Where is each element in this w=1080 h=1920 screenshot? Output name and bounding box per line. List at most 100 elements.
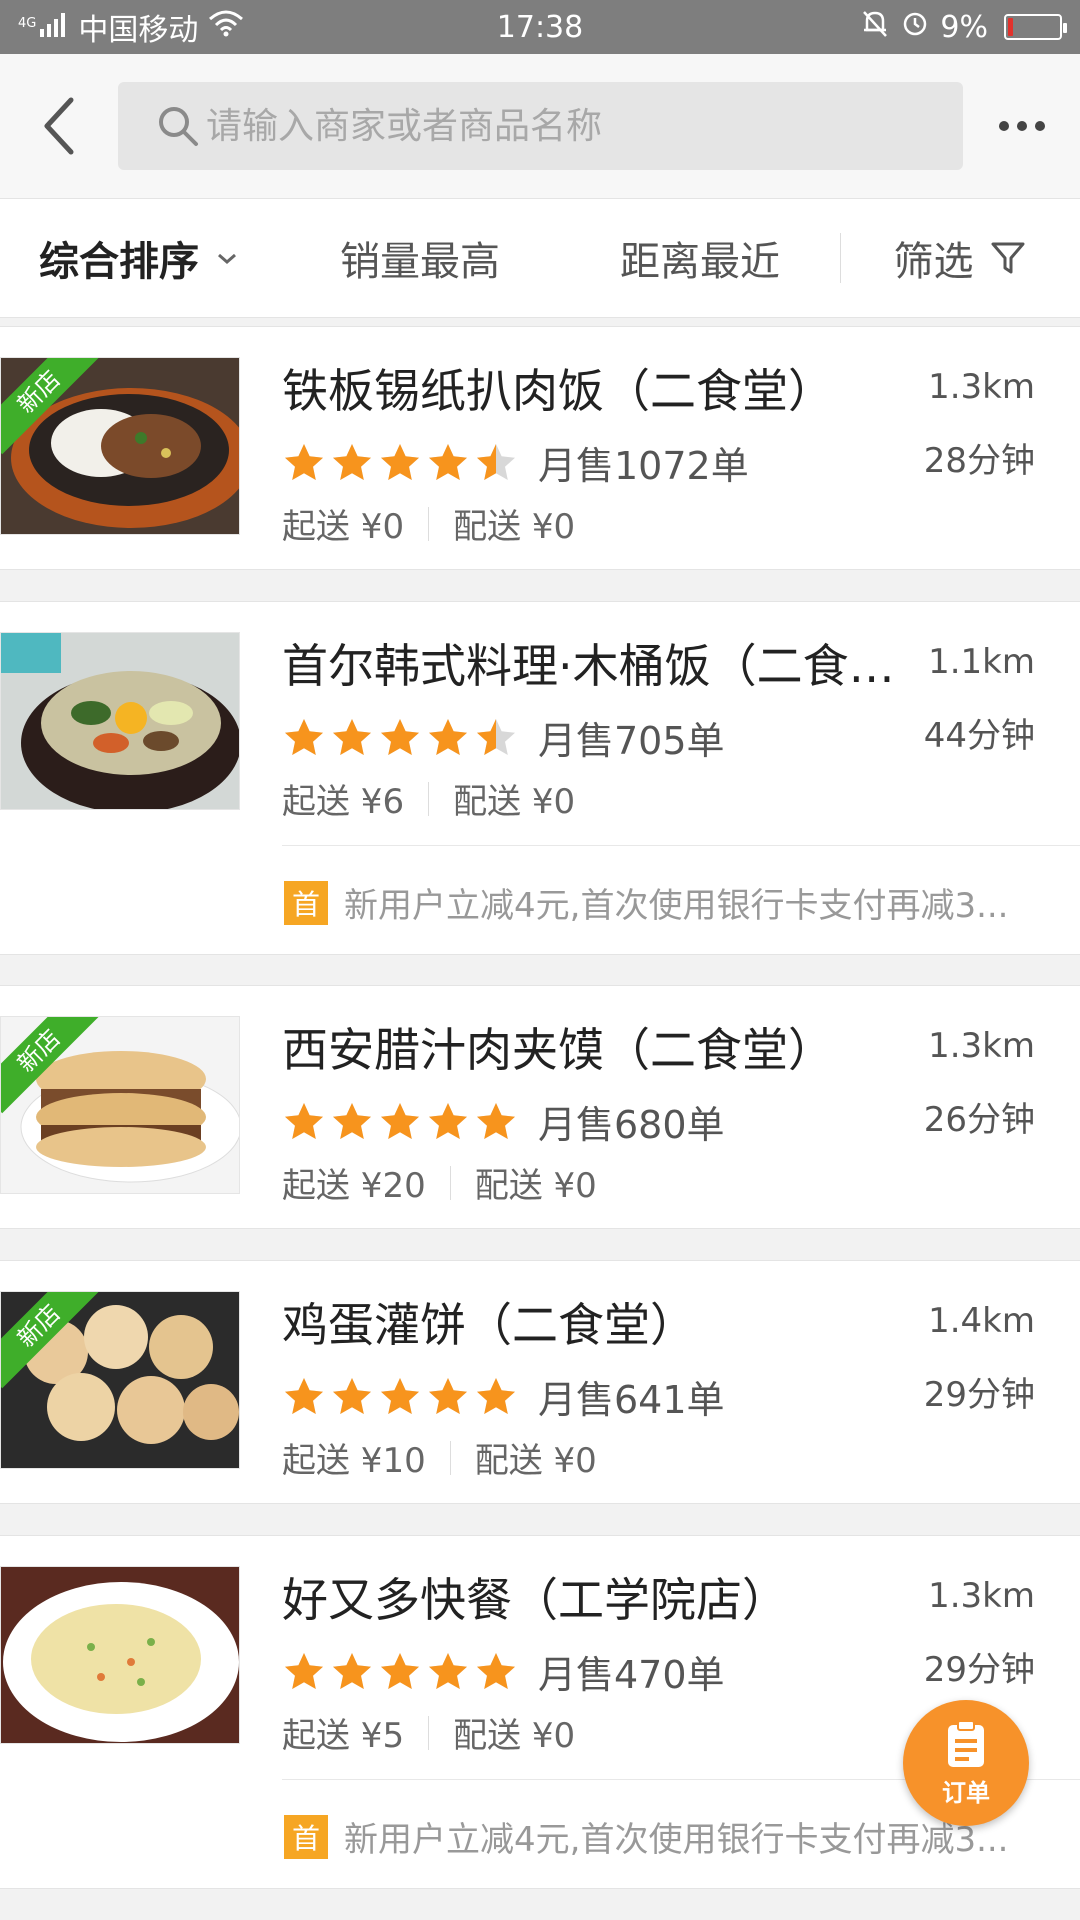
- alarm-icon: [900, 8, 930, 46]
- shop-name: 好又多快餐（工学院店）: [282, 1573, 788, 1627]
- fee-row: 起送 ¥5 配送 ¥0: [282, 1708, 575, 1757]
- rating-row: 月售705单: [282, 710, 725, 765]
- star-icon: [477, 1102, 515, 1139]
- monthly-sales: 月售705单: [538, 719, 725, 763]
- back-button[interactable]: [0, 54, 118, 198]
- more-dots-icon: [1034, 121, 1045, 131]
- sort-tab-sales[interactable]: 销量最高: [280, 199, 560, 317]
- star-icon: [333, 1652, 371, 1689]
- shop-name: 西安腊汁肉夹馍（二食堂）: [282, 1023, 834, 1077]
- star-icon: [381, 1377, 419, 1414]
- first-order-badge: 首: [284, 880, 328, 925]
- fee-row: 起送 ¥0 配送 ¥0: [282, 499, 575, 548]
- star-icon: [285, 1102, 323, 1139]
- shop-distance: 1.3km: [928, 1026, 1035, 1066]
- sort-tab-comprehensive[interactable]: 综合排序: [0, 199, 280, 317]
- shop-thumbnail: 新店: [0, 1291, 240, 1469]
- star-icon: [381, 718, 419, 755]
- shop-name: 鸡蛋灌饼（二食堂）: [282, 1298, 696, 1352]
- fee-row: 起送 ¥6 配送 ¥0: [282, 774, 575, 823]
- more-button[interactable]: [963, 54, 1080, 198]
- star-icon: [477, 1377, 515, 1414]
- sort-tab-label: 综合排序: [39, 239, 199, 285]
- shop-thumbnail: 新店: [0, 1016, 240, 1194]
- search-header: [0, 54, 1080, 198]
- fee-row: 起送 ¥20 配送 ¥0: [282, 1158, 597, 1207]
- promo-text: 新用户立减4元,首次使用银行卡支付再减3...: [344, 1820, 1009, 1860]
- shop-distance: 1.4km: [928, 1301, 1035, 1341]
- search-box[interactable]: [118, 82, 963, 170]
- star-rating: [282, 1100, 518, 1144]
- more-dots-icon: [1016, 121, 1027, 131]
- min-order: 起送 ¥20: [282, 1166, 426, 1206]
- shop-distance: 1.1km: [928, 642, 1035, 682]
- star-icon: [285, 718, 323, 755]
- star-icon: [477, 443, 515, 480]
- shop-card[interactable]: 首尔韩式料理·木桶饭（二食… 1.1km 月售705单 44分钟 起送 ¥6 配…: [0, 601, 1080, 955]
- search-input[interactable]: [206, 105, 963, 147]
- star-icon: [429, 1377, 467, 1414]
- delivery-fee: 配送 ¥0: [453, 1716, 576, 1756]
- star-icon: [477, 1652, 515, 1689]
- orders-label: 订单: [942, 1778, 990, 1807]
- rating-row: 月售1072单: [282, 435, 749, 490]
- shop-thumbnail: [0, 1566, 240, 1744]
- shop-thumbnail: [0, 632, 240, 810]
- star-icon: [333, 1102, 371, 1139]
- shop-name: 首尔韩式料理·木桶饭（二食…: [282, 639, 895, 693]
- orders-button[interactable]: 订单: [903, 1700, 1029, 1826]
- network-type: 4G: [18, 16, 37, 31]
- delivery-fee: 配送 ¥0: [474, 1441, 597, 1481]
- promo-text: 新用户立减4元,首次使用银行卡支付再减3...: [344, 886, 1009, 926]
- battery-level: [1008, 18, 1013, 36]
- status-right: 9%: [860, 8, 1067, 46]
- sort-bar: 综合排序 销量最高 距离最近 筛选: [0, 198, 1080, 318]
- star-icon: [381, 1652, 419, 1689]
- star-icon: [429, 1102, 467, 1139]
- chevron-left-icon: [44, 97, 74, 155]
- status-bar: 4G 中国移动 17:38 9%: [0, 0, 1080, 54]
- filter-icon: [991, 242, 1024, 274]
- star-icon: [285, 1652, 323, 1689]
- star-rating: [282, 716, 518, 760]
- search-icon: [159, 107, 198, 146]
- monthly-sales: 月售470单: [538, 1653, 725, 1697]
- star-icon: [333, 718, 371, 755]
- shop-distance: 1.3km: [928, 1576, 1035, 1616]
- min-order: 起送 ¥0: [282, 507, 405, 547]
- rating-row: 月售470单: [282, 1644, 725, 1699]
- shop-card[interactable]: 好又多快餐（工学院店） 1.3km 月售470单 29分钟 起送 ¥5 配送 ¥…: [0, 1535, 1080, 1889]
- status-left: 4G 中国移动: [18, 5, 244, 49]
- promo-row: 首 新用户立减4元,首次使用银行卡支付再减3...: [284, 1812, 1044, 1861]
- star-rating: [282, 1650, 518, 1694]
- sort-tab-label: 销量最高: [340, 239, 500, 285]
- signal-icon: [40, 10, 68, 45]
- shop-distance: 1.3km: [928, 367, 1035, 407]
- chevron-down-icon: [218, 253, 236, 264]
- min-order: 起送 ¥6: [282, 782, 405, 822]
- delivery-time: 28分钟: [923, 441, 1035, 481]
- monthly-sales: 月售641单: [538, 1378, 725, 1422]
- sort-tab-label: 距离最近: [620, 239, 780, 285]
- star-icon: [429, 443, 467, 480]
- shop-card[interactable]: 新店 西安腊汁肉夹馍（二食堂） 1.3km 月售680单 26分钟 起送 ¥20…: [0, 985, 1080, 1229]
- delivery-time: 44分钟: [923, 716, 1035, 756]
- star-icon: [429, 1652, 467, 1689]
- battery-percent: 9%: [940, 9, 988, 45]
- sort-tab-distance[interactable]: 距离最近: [560, 199, 840, 317]
- star-icon: [285, 1377, 323, 1414]
- filter-button[interactable]: 筛选: [841, 199, 1080, 317]
- star-icon: [477, 718, 515, 755]
- shop-thumbnail: 新店: [0, 357, 240, 535]
- rating-row: 月售680单: [282, 1094, 725, 1149]
- monthly-sales: 月售680单: [538, 1103, 725, 1147]
- shop-card[interactable]: 新店 鸡蛋灌饼（二食堂） 1.4km 月售641单 29分钟 起送 ¥10 配送…: [0, 1260, 1080, 1504]
- clipboard-icon: [948, 1719, 984, 1767]
- delivery-time: 29分钟: [923, 1650, 1035, 1690]
- mute-bell-icon: [860, 8, 890, 46]
- first-order-badge: 首: [284, 1814, 328, 1859]
- fee-divider: [449, 1440, 451, 1475]
- shop-card[interactable]: 新店 铁板锡纸扒肉饭（二食堂） 1.3km 月售1072单 28分钟 起送 ¥0…: [0, 326, 1080, 570]
- battery-icon: [1004, 14, 1067, 40]
- fee-divider: [428, 1715, 430, 1750]
